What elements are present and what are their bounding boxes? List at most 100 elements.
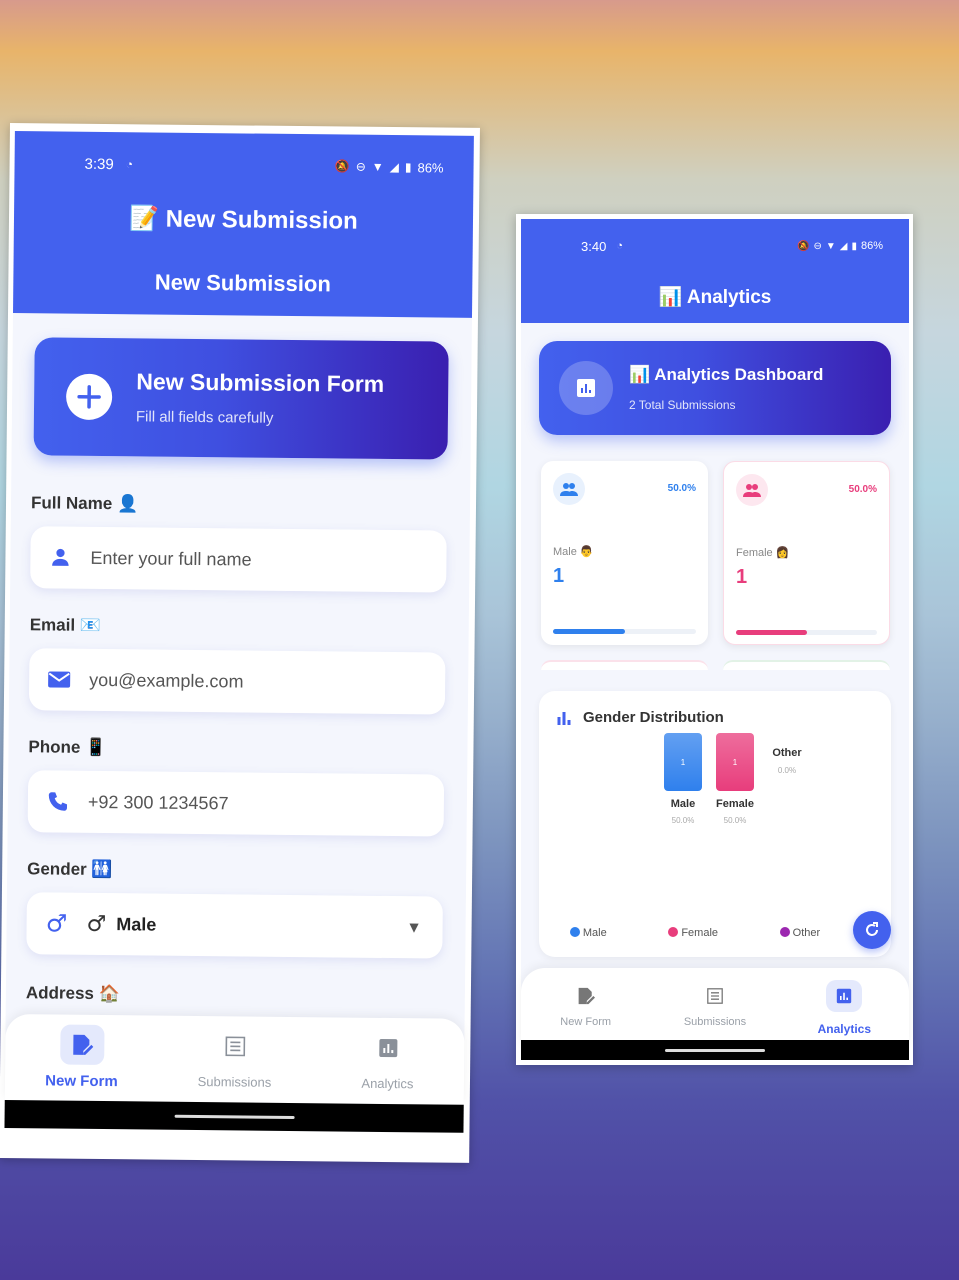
bar-value-female: 1 bbox=[733, 758, 738, 767]
female-percent: 50.0% bbox=[848, 484, 877, 495]
nav-new-form-label: New Form bbox=[560, 1016, 612, 1028]
battery-percent: 86% bbox=[860, 240, 883, 252]
full-name-input[interactable] bbox=[90, 547, 391, 572]
house-emoji: 🏠 bbox=[98, 983, 120, 1004]
battery-icon: ▮ bbox=[404, 160, 412, 175]
form-screen: 3:39 ◔ 🔕 ⊖ ▼ ◢ ▮ 86% 📝 New Submission Ne… bbox=[4, 131, 474, 1133]
gender-value: Male bbox=[116, 913, 157, 935]
memo-emoji: 📝 bbox=[129, 205, 160, 233]
hero-subtitle: 2 Total Submissions bbox=[629, 398, 736, 412]
battery-icon: ▮ bbox=[851, 240, 857, 252]
gender-value-symbol: ♂ bbox=[86, 911, 107, 937]
nav-analytics-label: Analytics bbox=[817, 1022, 871, 1036]
nav-submissions[interactable]: Submissions bbox=[650, 980, 779, 1046]
form-screen-frame: 3:39 ◔ 🔕 ⊖ ▼ ◢ ▮ 86% 📝 New Submission Ne… bbox=[0, 123, 480, 1163]
nav-submissions-label: Submissions bbox=[197, 1074, 272, 1090]
edit-document-icon bbox=[568, 980, 604, 1012]
list-icon bbox=[697, 980, 733, 1012]
notification-icon: ◔ bbox=[616, 240, 623, 252]
status-time: 3:40 bbox=[581, 238, 607, 254]
legend-other: Other bbox=[779, 927, 820, 939]
stat-card-partial bbox=[541, 660, 708, 670]
bar-percent-other: 0.0% bbox=[778, 766, 796, 775]
gesture-handle[interactable] bbox=[665, 1048, 765, 1052]
status-time: 3:39 bbox=[84, 155, 114, 173]
app-bar-subtitle: New Submission bbox=[154, 269, 331, 297]
legend-male: Male bbox=[569, 927, 607, 939]
gender-select[interactable]: ♂ ♂ Male ▼ bbox=[26, 892, 443, 959]
refresh-button[interactable] bbox=[853, 911, 891, 949]
stat-card-female: 50.0% Female 👩 1 bbox=[723, 461, 890, 645]
analytics-hero-card: 📊 Analytics Dashboard 2 Total Submission… bbox=[539, 341, 891, 435]
hero-subtitle: Fill all fields carefully bbox=[135, 408, 274, 427]
form-app-bar: 3:39 ◔ 🔕 ⊖ ▼ ◢ ▮ 86% 📝 New Submission Ne… bbox=[13, 131, 474, 318]
email-emoji: 📧 bbox=[79, 615, 102, 635]
signal-icon: ◢ bbox=[839, 240, 848, 252]
bar-chart-icon bbox=[826, 980, 863, 1012]
full-name-label: Full Name 👤 bbox=[30, 493, 139, 514]
bar-chart-icon bbox=[366, 1028, 410, 1068]
bar-label-male: Male bbox=[671, 798, 695, 810]
hero-title: 📊 Analytics Dashboard bbox=[629, 365, 824, 384]
hero-title: New Submission Form bbox=[136, 368, 385, 397]
add-circle-icon bbox=[65, 373, 113, 421]
app-bar-title: 📊 Analytics bbox=[521, 285, 909, 309]
mobile-emoji: 📱 bbox=[85, 737, 107, 758]
app-bar-title: 📝 New Submission bbox=[14, 203, 473, 237]
male-count: 1 bbox=[553, 565, 565, 587]
nav-new-form[interactable]: New Form bbox=[5, 1024, 159, 1102]
phone-input[interactable] bbox=[87, 791, 388, 816]
wifi-icon: ▼ bbox=[371, 159, 384, 174]
male-symbol-icon: ♂ bbox=[45, 909, 68, 938]
gender-distribution-card: Gender Distribution 1 Male 50.0% 1 Female 50.… bbox=[539, 691, 891, 957]
bar-label-female: Female bbox=[716, 798, 754, 810]
phone-label: Phone 📱 bbox=[28, 737, 107, 758]
dnd-icon: ⊖ bbox=[813, 240, 822, 252]
gender-label: Gender 🚻 bbox=[27, 859, 113, 880]
wifi-icon: ▼ bbox=[825, 240, 836, 252]
dnd-icon: ⊖ bbox=[355, 159, 366, 174]
app-bar-title-text: New Submission bbox=[165, 205, 358, 235]
gender-bar-chart: 1 Male 50.0% 1 Female 50.0% Other 0.0% bbox=[664, 733, 802, 825]
email-field[interactable] bbox=[28, 648, 446, 715]
edit-document-icon bbox=[59, 1024, 105, 1066]
nav-new-form[interactable]: New Form bbox=[521, 980, 650, 1046]
nav-submissions[interactable]: Submissions bbox=[158, 1026, 312, 1104]
status-bar: 3:39 ◔ 🔕 ⊖ ▼ ◢ ▮ 86% bbox=[14, 151, 473, 180]
mail-icon bbox=[29, 669, 89, 690]
female-progress-track bbox=[736, 630, 877, 635]
bar-value-male: 1 bbox=[681, 758, 686, 767]
people-icon bbox=[736, 474, 768, 506]
address-label: Address 🏠 bbox=[25, 983, 120, 1004]
nav-analytics[interactable]: Analytics bbox=[311, 1027, 465, 1105]
male-label: Male 👨 bbox=[553, 546, 594, 558]
male-percent: 50.0% bbox=[667, 483, 696, 494]
chart-emoji: 📊 bbox=[629, 365, 651, 384]
email-input[interactable] bbox=[89, 669, 390, 694]
gesture-handle[interactable] bbox=[174, 1114, 295, 1119]
phone-field[interactable] bbox=[27, 770, 445, 837]
bottom-nav: New Form Submissions Analytics bbox=[4, 1014, 465, 1105]
stat-card-partial bbox=[723, 660, 890, 670]
phone-icon bbox=[28, 790, 88, 813]
analytics-screen-frame: 3:40 ◔ 🔕 ⊖ ▼ ◢ ▮ 86% 📊 Analytics 📊 Analy… bbox=[516, 214, 913, 1065]
bar-chart-icon bbox=[557, 711, 571, 725]
nav-analytics-label: Analytics bbox=[361, 1075, 414, 1092]
bar-percent-male: 50.0% bbox=[672, 816, 695, 825]
nav-submissions-label: Submissions bbox=[683, 1016, 747, 1028]
refresh-icon bbox=[866, 922, 878, 936]
male-progress-fill bbox=[553, 629, 625, 634]
female-progress-fill bbox=[736, 630, 807, 635]
nav-analytics[interactable]: Analytics bbox=[780, 980, 909, 1046]
people-icon bbox=[553, 473, 585, 505]
distribution-title: Gender Distribution bbox=[583, 709, 724, 726]
distribution-header: Gender Distribution bbox=[557, 709, 724, 726]
analytics-icon bbox=[559, 361, 613, 415]
stat-card-male: 50.0% Male 👨 1 bbox=[541, 461, 708, 645]
restroom-emoji: 🚻 bbox=[91, 859, 113, 880]
mute-icon: 🔕 bbox=[797, 240, 810, 252]
list-icon bbox=[213, 1026, 257, 1066]
battery-percent: 86% bbox=[417, 159, 444, 176]
person-icon bbox=[30, 546, 90, 569]
full-name-field[interactable] bbox=[30, 526, 447, 593]
